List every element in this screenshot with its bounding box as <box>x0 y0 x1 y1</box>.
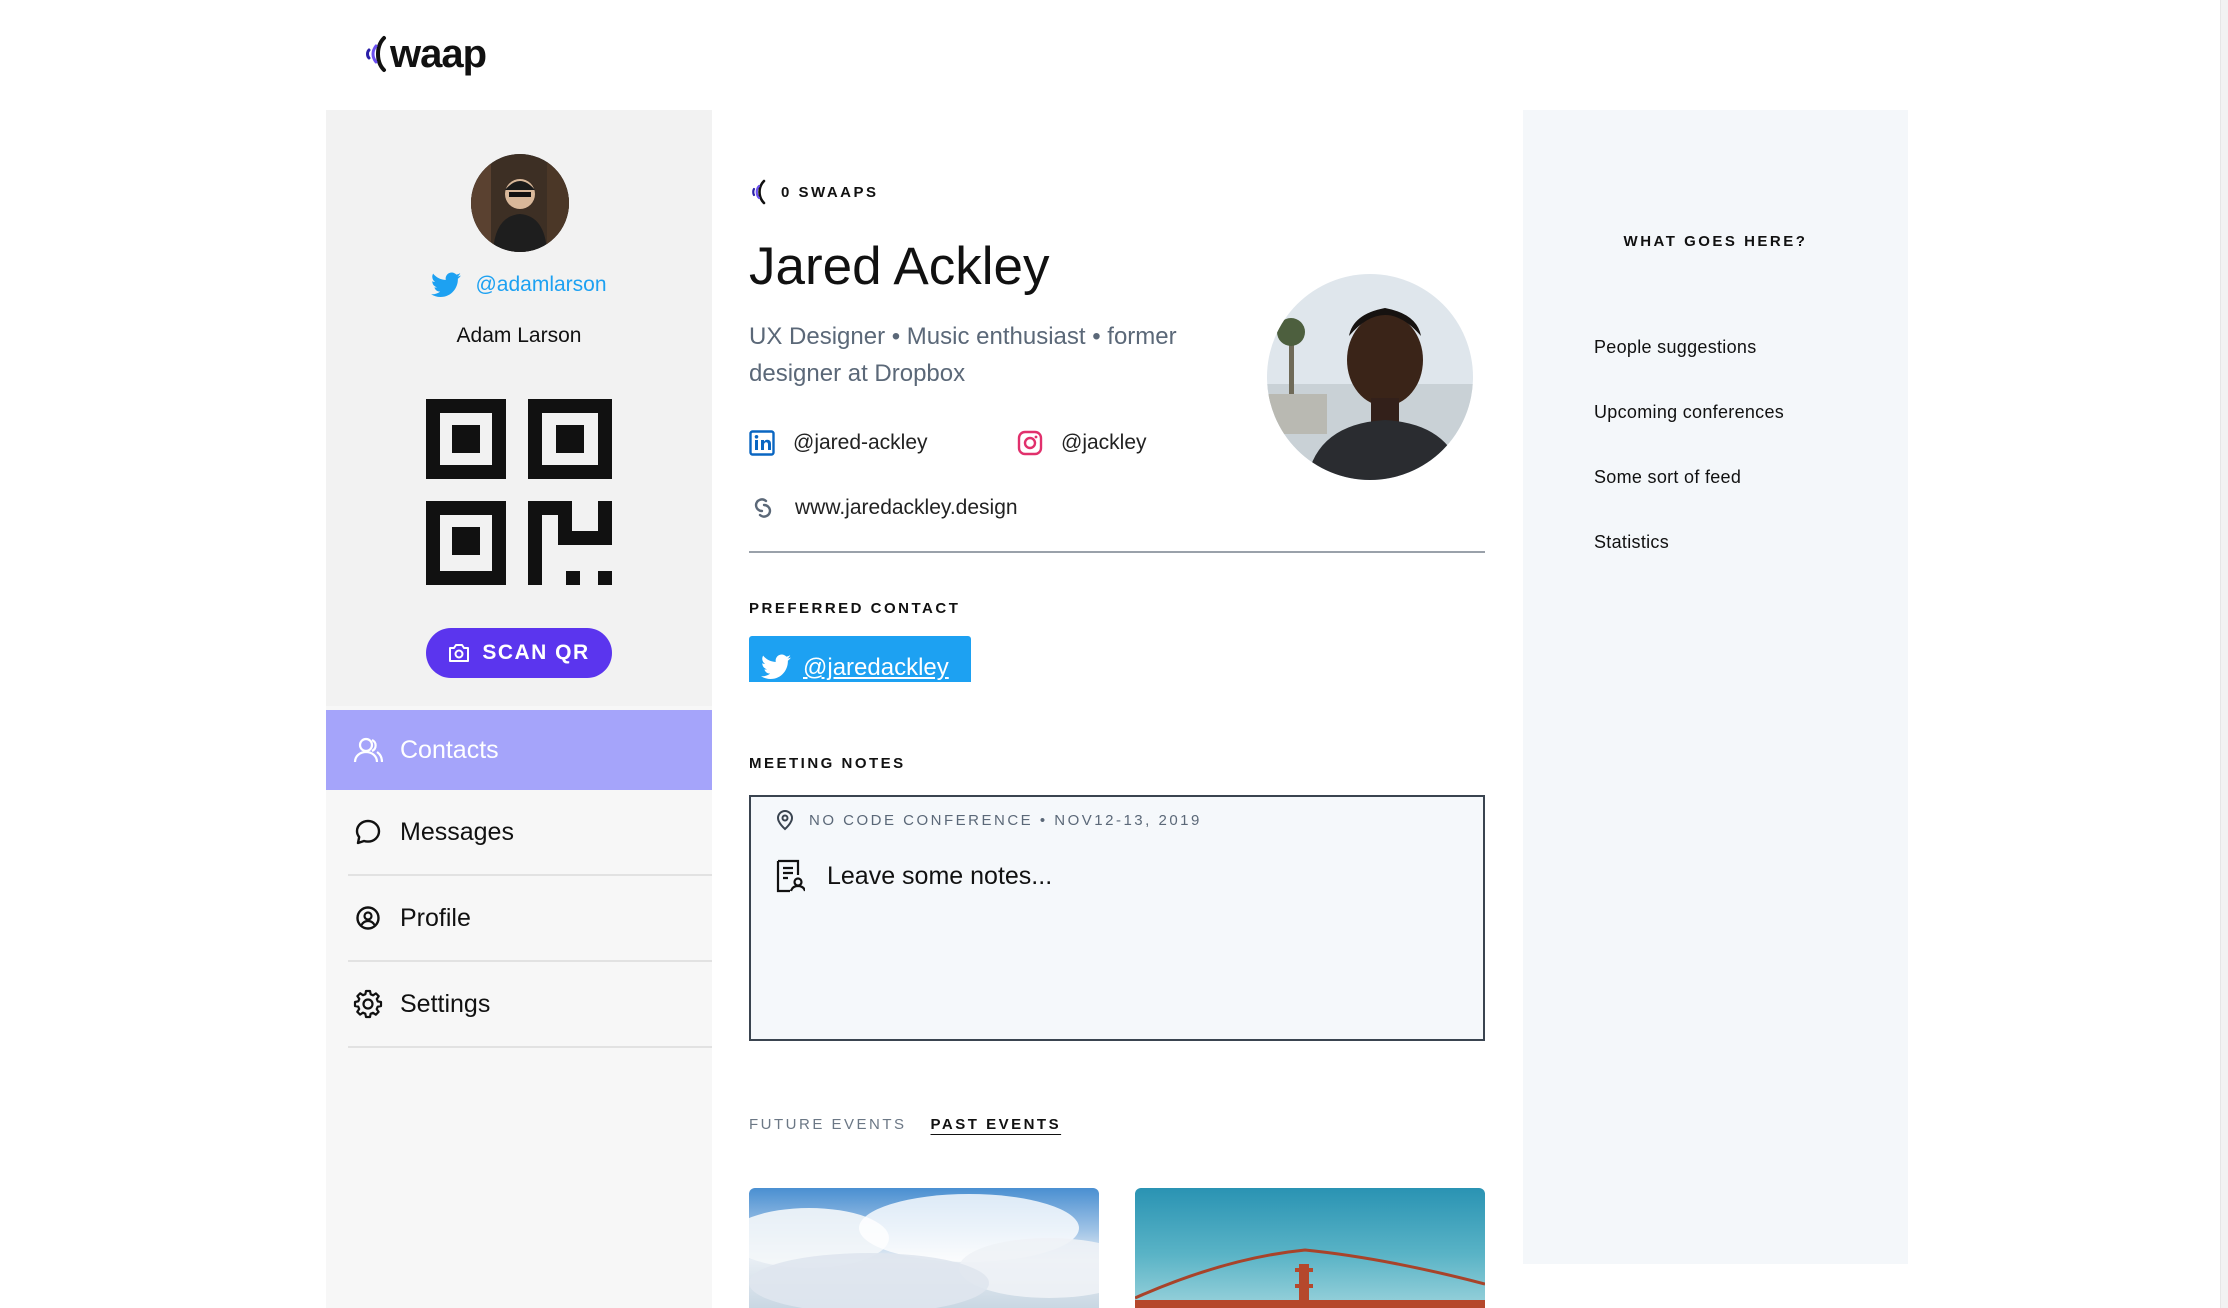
swaaps-label: 0 SWAAPS <box>781 183 879 201</box>
sidebar-item-contacts[interactable]: Contacts <box>326 710 712 790</box>
sidebar-item-label: Profile <box>400 903 471 932</box>
sound-wave-icon <box>752 179 766 205</box>
logo-text: waap <box>390 31 487 76</box>
app-logo[interactable]: waap <box>362 28 487 80</box>
contacts-icon <box>352 734 384 766</box>
website-link[interactable]: www.jaredackley.design <box>749 494 1018 522</box>
right-panel: WHAT GOES HERE? People suggestions Upcom… <box>1523 110 1908 1264</box>
sound-wave-icon <box>366 36 386 72</box>
sidebar-nav: Contacts Messages Profile Settings <box>326 710 712 1048</box>
notes-event: NO CODE CONFERENCE • NOV12-13, 2019 <box>775 809 1202 831</box>
linkedin-handle: @jared-ackley <box>793 431 928 454</box>
twitter-icon <box>761 654 791 679</box>
swaaps-count: 0 SWAAPS <box>749 178 879 206</box>
list-item[interactable]: Upcoming conferences <box>1594 402 1784 467</box>
sidebar-item-label: Settings <box>400 989 491 1018</box>
contact-bio: UX Designer • Music enthusiast • former … <box>749 323 1177 387</box>
sidebar-item-label: Messages <box>400 817 514 846</box>
preferred-contact-handle: @jaredackley <box>803 654 949 681</box>
linkedin-link[interactable]: @jared-ackley <box>749 430 928 456</box>
sidebar-item-label: Contacts <box>400 735 499 764</box>
user-name: Adam Larson <box>456 324 582 347</box>
camera-icon <box>449 644 470 662</box>
sidebar-item-messages[interactable]: Messages <box>348 790 712 876</box>
sidebar-profile-card: @adamlarson Adam Larson SCAN QR <box>326 110 712 706</box>
note-icon <box>776 859 805 893</box>
right-panel-list: People suggestions Upcoming conferences … <box>1594 337 1784 597</box>
contact-photo <box>1267 274 1473 480</box>
list-item[interactable]: People suggestions <box>1594 337 1784 402</box>
events-tabs: FUTURE EVENTS PAST EVENTS <box>749 1116 1061 1133</box>
meeting-notes-box[interactable]: NO CODE CONFERENCE • NOV12-13, 2019 Leav… <box>749 795 1485 1041</box>
meeting-notes-heading: MEETING NOTES <box>749 755 906 772</box>
scan-qr-label: SCAN QR <box>482 641 590 664</box>
tab-future-events[interactable]: FUTURE EVENTS <box>749 1116 907 1133</box>
event-card[interactable] <box>1135 1188 1485 1308</box>
twitter-handle: @adamlarson <box>475 273 607 296</box>
list-item[interactable]: Some sort of feed <box>1594 467 1784 532</box>
preferred-contact-button[interactable]: @jaredackley <box>749 636 971 682</box>
sidebar-item-settings[interactable]: Settings <box>348 962 712 1048</box>
linkedin-icon <box>749 430 775 456</box>
instagram-icon <box>1017 430 1043 456</box>
preferred-contact-heading: PREFERRED CONTACT <box>749 600 961 617</box>
gear-icon <box>352 988 384 1020</box>
list-item[interactable]: Statistics <box>1594 532 1784 597</box>
tab-past-events[interactable]: PAST EVENTS <box>931 1116 1062 1133</box>
contact-name: Jared Ackley <box>749 237 1050 296</box>
twitter-handle-row[interactable]: @adamlarson <box>326 272 712 298</box>
notes-placeholder: Leave some notes... <box>827 861 1053 890</box>
qr-code <box>426 399 612 585</box>
right-panel-title: WHAT GOES HERE? <box>1623 233 1808 250</box>
website-url: www.jaredackley.design <box>795 496 1018 519</box>
scan-qr-button[interactable]: SCAN QR <box>426 628 612 678</box>
chat-bubble-icon <box>352 816 384 848</box>
instagram-handle: @jackley <box>1061 431 1147 454</box>
sidebar: @adamlarson Adam Larson SCAN QR Contacts… <box>326 110 712 1308</box>
divider <box>749 551 1485 553</box>
notes-event-label: NO CODE CONFERENCE • NOV12-13, 2019 <box>809 811 1202 829</box>
instagram-link[interactable]: @jackley <box>1017 430 1147 456</box>
twitter-icon <box>431 272 462 297</box>
link-icon <box>754 498 772 518</box>
sidebar-item-profile[interactable]: Profile <box>348 876 712 962</box>
avatar[interactable] <box>471 154 569 252</box>
location-pin-icon <box>776 809 794 831</box>
notes-input[interactable]: Leave some notes... <box>775 859 1052 893</box>
scrollbar[interactable] <box>2220 0 2228 1308</box>
profile-icon <box>352 902 384 934</box>
event-card[interactable] <box>749 1188 1099 1308</box>
